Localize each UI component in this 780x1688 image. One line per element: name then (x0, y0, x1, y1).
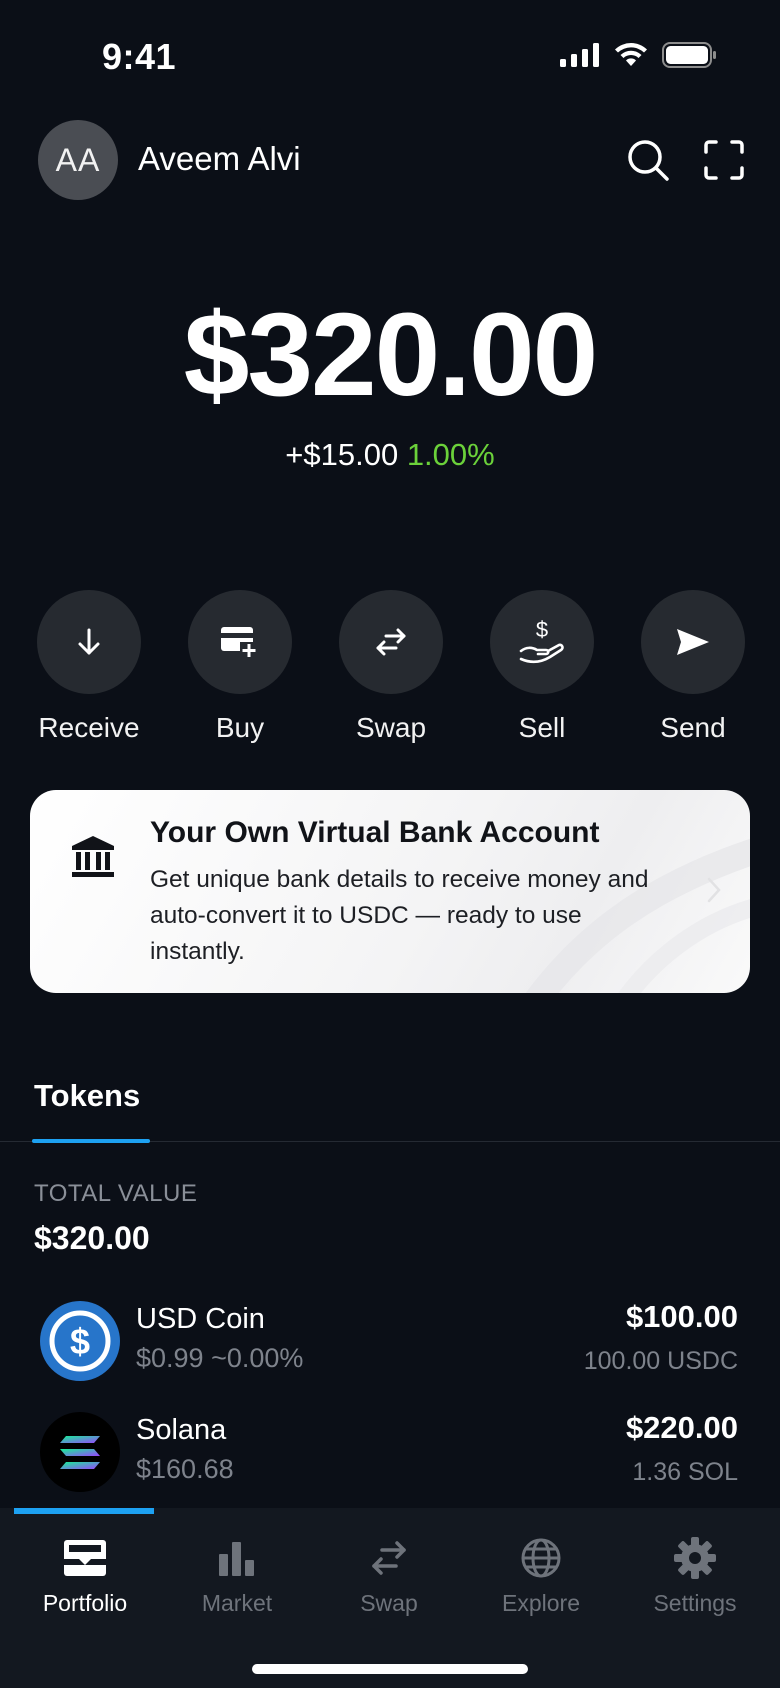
send-circle[interactable] (641, 590, 745, 694)
token-row-solana[interactable]: Solana $160.68 $220.00 1.36 SOL (0, 1410, 780, 1512)
gear-icon (674, 1537, 716, 1579)
solana-icon (40, 1412, 120, 1492)
nav-label: Market (201, 1590, 273, 1616)
nav-active-indicator (14, 1508, 154, 1514)
token-name: Solana (136, 1414, 227, 1446)
send-icon (677, 629, 709, 655)
promo-title: Your Own Virtual Bank Account (150, 816, 600, 849)
bottom-nav: Portfolio Market Swap Explore Settings (0, 1508, 780, 1688)
send-label: Send (660, 712, 726, 743)
promo-description: Get unique bank details to receive money… (150, 866, 649, 965)
chevron-right-icon (707, 877, 721, 903)
token-value: $220.00 (625, 1410, 738, 1445)
token-amount: 100.00 USDC (583, 1347, 738, 1375)
buy-label: Buy (215, 712, 265, 743)
token-name: USD Coin (136, 1303, 265, 1335)
token-row-usdc[interactable]: $ USD Coin $0.99 ~0.00% $100.00 100.00 U… (0, 1299, 780, 1401)
token-price: $0.99 ~0.00% (136, 1343, 304, 1373)
battery-icon (662, 42, 716, 68)
portfolio-balance: $320.00 (183, 289, 599, 421)
hand-dollar-icon: $ (519, 617, 564, 664)
scan-icon (704, 140, 744, 180)
token-price: $160.68 (136, 1454, 234, 1484)
scan-button[interactable] (694, 130, 754, 190)
send-button[interactable]: Send (640, 590, 746, 744)
status-icons (560, 42, 718, 68)
nav-label: Portfolio (42, 1590, 128, 1616)
change-amount: +$15.00 (285, 437, 399, 472)
nav-label: Swap (360, 1590, 418, 1616)
status-bar: 9:41 (0, 0, 780, 120)
header: AA Aveem Alvi (36, 118, 744, 202)
nav-item-settings[interactable]: Settings (620, 1528, 770, 1617)
bank-icon (72, 836, 114, 877)
virtual-bank-promo-card[interactable]: Your Own Virtual Bank Account Get unique… (30, 790, 750, 993)
svg-text:$: $ (536, 617, 548, 642)
wifi-icon (615, 43, 647, 66)
total-value-label: TOTAL VALUE (34, 1180, 198, 1207)
swap-arrows-icon (372, 1541, 406, 1575)
sell-button[interactable]: $ Sell (489, 590, 595, 744)
status-time: 9:41 (102, 36, 177, 77)
wallet-icon (64, 1540, 106, 1576)
quick-actions: Receive Buy Swap $ Sell Send (36, 590, 746, 743)
portfolio-tabs: Tokens (0, 1060, 780, 1143)
arrow-down-icon (78, 628, 100, 655)
usdc-icon: $ (40, 1301, 120, 1381)
svg-text:$: $ (70, 1321, 90, 1362)
total-value: $320.00 (34, 1220, 150, 1256)
balance-change: +$15.00 1.00% (0, 437, 780, 473)
nav-label: Settings (653, 1590, 737, 1616)
bar-chart-icon (219, 1542, 254, 1576)
card-plus-icon (221, 627, 258, 658)
search-button[interactable] (618, 130, 678, 190)
swap-arrows-icon (376, 628, 406, 656)
tab-active-indicator (32, 1139, 150, 1143)
home-indicator[interactable] (252, 1664, 528, 1674)
sell-circle[interactable]: $ (490, 590, 594, 694)
nav-item-swap[interactable]: Swap (314, 1528, 464, 1617)
receive-label: Receive (38, 712, 140, 743)
receive-button[interactable]: Receive (36, 590, 142, 744)
swap-label: Swap (355, 712, 427, 743)
token-value: $100.00 (625, 1299, 738, 1334)
receive-circle[interactable] (37, 590, 141, 694)
user-name[interactable]: Aveem Alvi (138, 140, 301, 178)
search-icon (628, 140, 669, 181)
nav-label: Explore (502, 1590, 580, 1616)
buy-circle[interactable] (188, 590, 292, 694)
change-percent: 1.00% (406, 437, 495, 472)
cellular-signal-icon (560, 43, 599, 67)
avatar[interactable]: AA (38, 120, 118, 200)
nav-item-portfolio[interactable]: Portfolio (10, 1528, 160, 1617)
tab-tokens[interactable]: Tokens (34, 1078, 140, 1114)
buy-button[interactable]: Buy (187, 590, 293, 744)
swap-circle[interactable] (339, 590, 443, 694)
sell-label: Sell (518, 712, 566, 743)
token-amount: 1.36 SOL (632, 1458, 738, 1486)
swap-button[interactable]: Swap (338, 590, 444, 744)
nav-item-market[interactable]: Market (162, 1528, 312, 1617)
globe-icon (521, 1538, 561, 1578)
nav-item-explore[interactable]: Explore (466, 1528, 616, 1617)
